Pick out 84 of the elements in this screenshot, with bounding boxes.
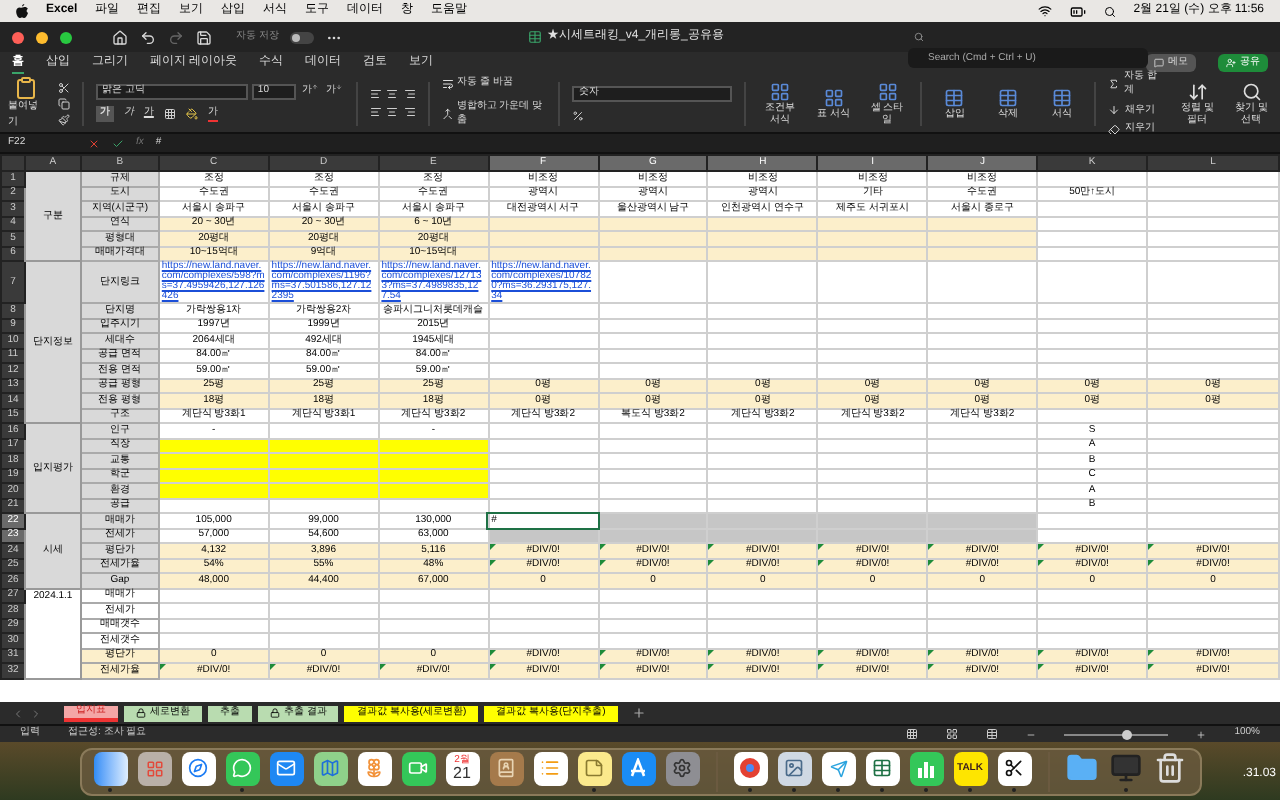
next-sheet-icon[interactable] xyxy=(30,707,42,719)
table-icon xyxy=(1052,87,1073,107)
trash-icon[interactable] xyxy=(1153,751,1187,785)
cancel-icon[interactable] xyxy=(88,137,100,149)
battery-icon[interactable] xyxy=(1069,3,1086,19)
table-cell[interactable] xyxy=(817,261,928,303)
previous-sheet-icon[interactable] xyxy=(12,707,24,719)
paste-icon[interactable] xyxy=(14,76,39,100)
sigma-icon xyxy=(1108,78,1121,90)
notepad-icon[interactable] xyxy=(577,751,611,785)
table-cell[interactable] xyxy=(1037,261,1148,303)
search-icon[interactable] xyxy=(1103,5,1116,17)
close-button[interactable] xyxy=(12,31,24,43)
align-center-icon[interactable] xyxy=(386,106,399,118)
table-cell[interactable] xyxy=(598,261,708,303)
table-cell[interactable] xyxy=(707,261,818,303)
enter-icon[interactable] xyxy=(112,137,124,149)
redo-icon[interactable] xyxy=(168,29,184,45)
cut-icon[interactable] xyxy=(57,81,70,93)
zoom-in-icon[interactable] xyxy=(1196,729,1207,739)
address-book-icon[interactable] xyxy=(489,751,523,785)
chat-bubble-icon[interactable] xyxy=(225,751,259,785)
color-wheel-icon[interactable] xyxy=(733,751,767,785)
down-arrow-icon xyxy=(335,84,342,90)
document-icon xyxy=(527,30,542,44)
pencil-cross-icon[interactable] xyxy=(621,751,655,785)
wifi-icon[interactable] xyxy=(1037,4,1052,18)
photo-stack-icon[interactable] xyxy=(777,751,811,785)
split-tile-icon[interactable] xyxy=(93,751,127,785)
folder-icon[interactable] xyxy=(1065,751,1099,785)
align-bottom-icon[interactable] xyxy=(404,88,417,100)
map-icon[interactable] xyxy=(313,751,347,785)
percent-icon[interactable] xyxy=(572,109,585,121)
home-icon[interactable] xyxy=(112,29,128,45)
app-grid-icon[interactable] xyxy=(137,751,171,785)
gear-icon[interactable] xyxy=(665,751,699,785)
envelope-icon[interactable] xyxy=(269,751,303,785)
align-middle-icon[interactable] xyxy=(386,88,399,100)
table-icon xyxy=(998,87,1019,107)
normal-view-icon[interactable] xyxy=(906,728,919,740)
align-left-icon[interactable] xyxy=(369,106,382,118)
copy-icon[interactable] xyxy=(57,97,70,109)
fill-color-icon[interactable] xyxy=(185,108,198,120)
page-layout-icon[interactable] xyxy=(946,728,959,740)
flower-icon[interactable] xyxy=(357,751,391,785)
autosave-toggle[interactable] xyxy=(290,31,315,43)
merge-icon xyxy=(441,108,453,121)
add-sheet-icon[interactable] xyxy=(631,706,646,720)
search-icon xyxy=(914,32,924,42)
bar-chart-icon[interactable] xyxy=(909,751,943,785)
scissors-icon[interactable] xyxy=(997,751,1031,785)
checklist-icon[interactable] xyxy=(533,751,567,785)
up-arrow-icon xyxy=(311,84,318,90)
format-painter-icon[interactable] xyxy=(57,113,70,125)
grid-icon xyxy=(823,87,844,107)
page-break-icon[interactable] xyxy=(986,728,999,740)
compass-icon[interactable] xyxy=(181,751,215,785)
zoom-out-icon[interactable] xyxy=(1026,729,1037,739)
video-camera-icon[interactable] xyxy=(401,751,435,785)
undo-icon[interactable] xyxy=(140,29,156,45)
spreadsheet-icon[interactable] xyxy=(865,751,899,785)
zoom-button[interactable] xyxy=(60,31,72,43)
grid-icon xyxy=(877,81,898,101)
down-arrow-icon xyxy=(1108,104,1121,117)
align-right-icon[interactable] xyxy=(404,106,417,118)
table-icon xyxy=(944,87,965,107)
table-cell[interactable] xyxy=(927,261,1038,303)
minimize-button[interactable] xyxy=(36,31,48,43)
apple-logo-icon[interactable] xyxy=(16,4,28,18)
eraser-icon xyxy=(1108,123,1121,136)
search-icon xyxy=(1241,81,1262,101)
grid-icon xyxy=(769,81,790,101)
align-top-icon[interactable] xyxy=(369,88,382,100)
slider-thumb[interactable] xyxy=(1121,729,1132,739)
person-plus-icon xyxy=(1226,58,1236,68)
comment-icon xyxy=(1154,58,1164,68)
wrap-icon xyxy=(441,78,454,90)
paper-plane-icon[interactable] xyxy=(821,751,855,785)
calendar-day: 21 xyxy=(453,765,471,781)
save-icon[interactable] xyxy=(196,29,212,45)
borders-icon[interactable] xyxy=(163,108,176,120)
sort-icon xyxy=(1187,81,1208,101)
monitor-icon[interactable] xyxy=(1109,751,1143,785)
table-cell[interactable] xyxy=(1147,261,1279,303)
